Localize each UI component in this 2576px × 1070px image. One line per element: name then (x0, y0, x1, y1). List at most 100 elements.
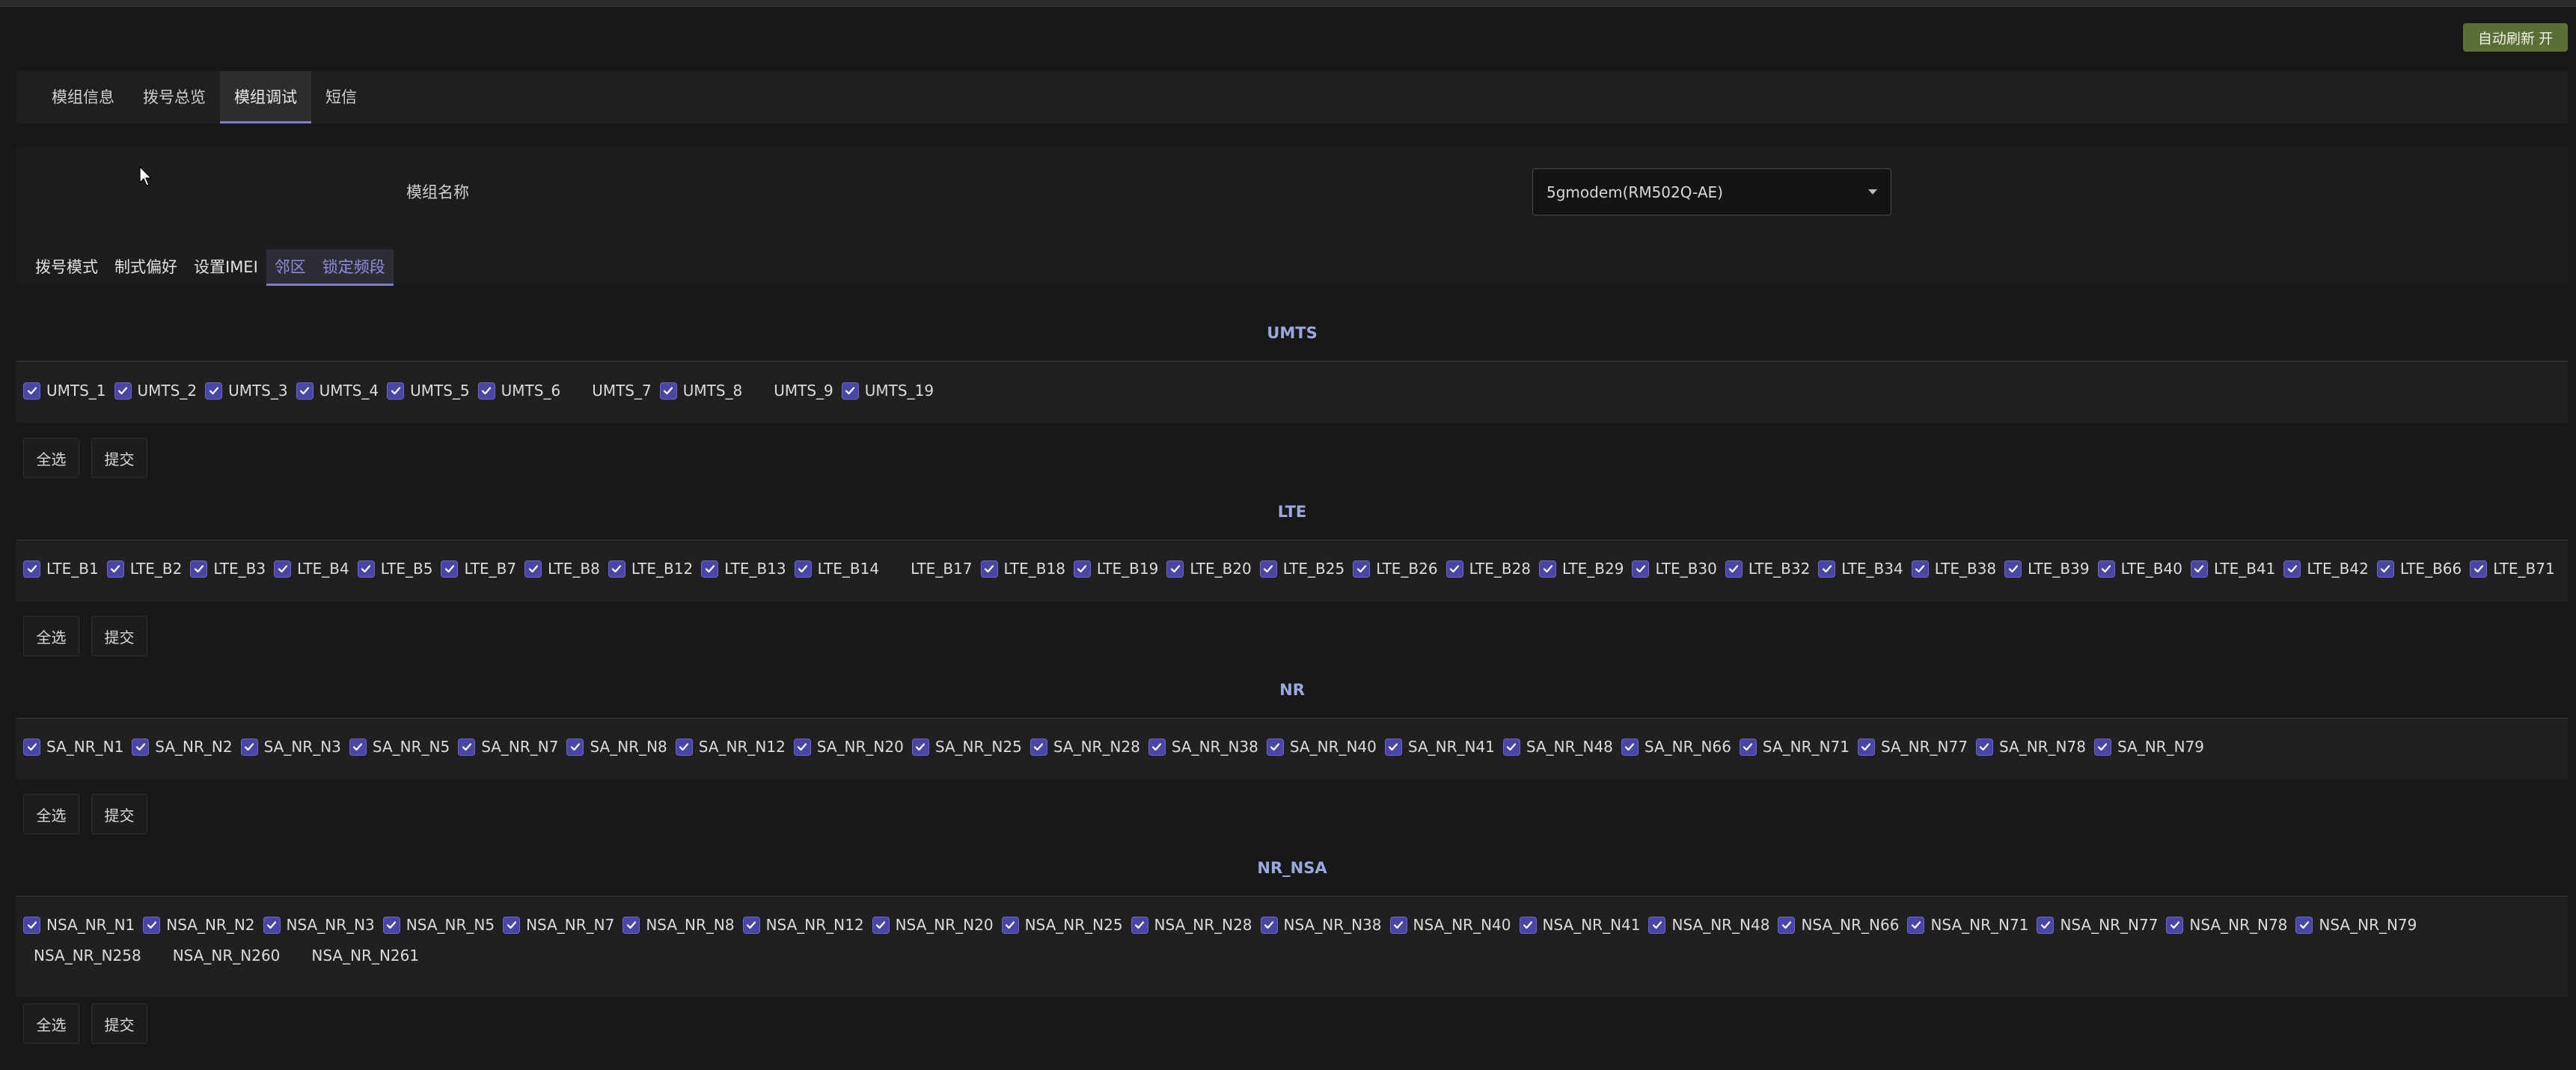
band-option[interactable]: SA_NR_N48 (1502, 738, 1613, 756)
select-all-button[interactable]: 全选 (23, 438, 79, 478)
band-checkbox-checked[interactable] (1384, 738, 1402, 756)
tab-dial-overview[interactable]: 拨号总览 (129, 71, 220, 123)
band-checkbox-checked[interactable] (23, 560, 40, 578)
band-checkbox-checked[interactable] (1353, 560, 1371, 578)
band-option[interactable]: LTE_B17 (887, 560, 972, 578)
band-checkbox-checked[interactable] (524, 560, 542, 578)
band-option[interactable]: SA_NR_N38 (1148, 738, 1258, 756)
band-checkbox-checked[interactable] (793, 738, 811, 756)
band-option[interactable]: LTE_B38 (1911, 560, 1996, 578)
band-option[interactable]: NSA_NR_N3 (263, 916, 375, 934)
band-checkbox-checked[interactable] (357, 560, 375, 578)
band-checkbox-unchecked[interactable] (750, 382, 768, 400)
band-checkbox-checked[interactable] (205, 382, 223, 400)
band-option[interactable]: LTE_B40 (2097, 560, 2182, 578)
band-option[interactable]: NSA_NR_N8 (622, 916, 735, 934)
band-option[interactable]: LTE_B28 (1445, 560, 1531, 578)
band-checkbox-checked[interactable] (1073, 560, 1091, 578)
band-checkbox-checked[interactable] (23, 382, 40, 400)
band-option[interactable]: LTE_B4 (274, 560, 349, 578)
band-checkbox-checked[interactable] (794, 560, 812, 578)
band-checkbox-checked[interactable] (503, 916, 521, 934)
band-option[interactable]: NSA_NR_N258 (10, 947, 141, 964)
band-option[interactable]: UMTS_8 (659, 382, 742, 400)
band-checkbox-checked[interactable] (1975, 738, 1993, 756)
submit-button[interactable]: 提交 (91, 438, 147, 478)
band-checkbox-checked[interactable] (1739, 738, 1757, 756)
band-checkbox-checked[interactable] (1778, 916, 1796, 934)
band-checkbox-checked[interactable] (2004, 560, 2022, 578)
band-option[interactable]: UMTS_6 (477, 382, 560, 400)
subtab-dial-mode[interactable]: 拨号模式 (27, 249, 106, 286)
band-option[interactable]: SA_NR_N25 (911, 738, 1022, 756)
band-option[interactable]: NSA_NR_N2 (143, 916, 255, 934)
band-option[interactable]: LTE_B30 (1632, 560, 1717, 578)
subtab-neighbor-cells[interactable]: 邻区 (266, 249, 314, 286)
band-option[interactable]: LTE_B41 (2190, 560, 2275, 578)
band-checkbox-checked[interactable] (382, 916, 400, 934)
band-checkbox-checked[interactable] (1539, 560, 1557, 578)
band-checkbox-checked[interactable] (477, 382, 495, 400)
band-checkbox-checked[interactable] (1621, 738, 1639, 756)
band-checkbox-checked[interactable] (1911, 560, 1929, 578)
band-option[interactable]: LTE_B42 (2283, 560, 2369, 578)
band-option[interactable]: SA_NR_N12 (675, 738, 786, 756)
band-checkbox-unchecked[interactable] (288, 947, 305, 964)
band-option[interactable]: SA_NR_N40 (1266, 738, 1377, 756)
band-checkbox-checked[interactable] (349, 738, 367, 756)
band-checkbox-checked[interactable] (1259, 560, 1277, 578)
band-option[interactable]: NSA_NR_N48 (1648, 916, 1769, 934)
band-option[interactable]: UMTS_3 (205, 382, 288, 400)
band-option[interactable]: NSA_NR_N5 (382, 916, 495, 934)
band-checkbox-checked[interactable] (675, 738, 693, 756)
band-checkbox-checked[interactable] (2190, 560, 2208, 578)
band-checkbox-checked[interactable] (1131, 916, 1148, 934)
band-checkbox-checked[interactable] (1166, 560, 1184, 578)
band-checkbox-checked[interactable] (608, 560, 625, 578)
band-option[interactable]: LTE_B39 (2004, 560, 2090, 578)
band-checkbox-checked[interactable] (1148, 738, 1166, 756)
band-option[interactable]: UMTS_9 (750, 382, 833, 400)
submit-button[interactable]: 提交 (91, 794, 147, 834)
band-checkbox-checked[interactable] (622, 916, 640, 934)
band-checkbox-checked[interactable] (1907, 916, 1925, 934)
band-checkbox-checked[interactable] (1648, 916, 1666, 934)
band-option[interactable]: NSA_NR_N12 (742, 916, 864, 934)
band-option[interactable]: LTE_B12 (608, 560, 693, 578)
band-checkbox-checked[interactable] (2093, 738, 2111, 756)
band-option[interactable]: LTE_B29 (1539, 560, 1624, 578)
band-option[interactable]: SA_NR_N41 (1384, 738, 1495, 756)
band-option[interactable]: LTE_B26 (1353, 560, 1438, 578)
band-option[interactable]: LTE_B66 (2376, 560, 2462, 578)
band-checkbox-checked[interactable] (263, 916, 281, 934)
band-checkbox-checked[interactable] (2376, 560, 2394, 578)
band-option[interactable]: UMTS_4 (296, 382, 379, 400)
band-checkbox-checked[interactable] (1857, 738, 1875, 756)
band-checkbox-checked[interactable] (1519, 916, 1537, 934)
band-checkbox-checked[interactable] (240, 738, 258, 756)
band-option[interactable]: NSA_NR_N79 (2295, 916, 2417, 934)
auto-refresh-button[interactable]: 自动刷新 开 (2463, 23, 2568, 52)
band-option[interactable]: NSA_NR_N40 (1389, 916, 1511, 934)
band-checkbox-checked[interactable] (106, 560, 124, 578)
band-option[interactable]: SA_NR_N2 (132, 738, 233, 756)
band-checkbox-checked[interactable] (1389, 916, 1407, 934)
band-checkbox-checked[interactable] (1260, 916, 1278, 934)
band-checkbox-checked[interactable] (387, 382, 405, 400)
band-option[interactable]: LTE_B19 (1073, 560, 1158, 578)
tab-module-debug[interactable]: 模组调试 (220, 71, 311, 123)
band-option[interactable]: SA_NR_N66 (1621, 738, 1731, 756)
band-option[interactable]: SA_NR_N78 (1975, 738, 2086, 756)
band-checkbox-checked[interactable] (1266, 738, 1284, 756)
subtab-set-imei[interactable]: 设置IMEI (186, 249, 266, 286)
band-option[interactable]: NSA_NR_N78 (2166, 916, 2287, 934)
submit-button[interactable]: 提交 (91, 1003, 147, 1044)
band-option[interactable]: NSA_NR_N71 (1907, 916, 2028, 934)
subtab-lock-bands[interactable]: 锁定频段 (313, 249, 394, 286)
band-option[interactable]: NSA_NR_N77 (2037, 916, 2158, 934)
band-checkbox-checked[interactable] (1632, 560, 1650, 578)
band-option[interactable]: LTE_B2 (106, 560, 182, 578)
band-checkbox-checked[interactable] (659, 382, 677, 400)
band-checkbox-checked[interactable] (742, 916, 760, 934)
band-option[interactable]: NSA_NR_N38 (1260, 916, 1382, 934)
